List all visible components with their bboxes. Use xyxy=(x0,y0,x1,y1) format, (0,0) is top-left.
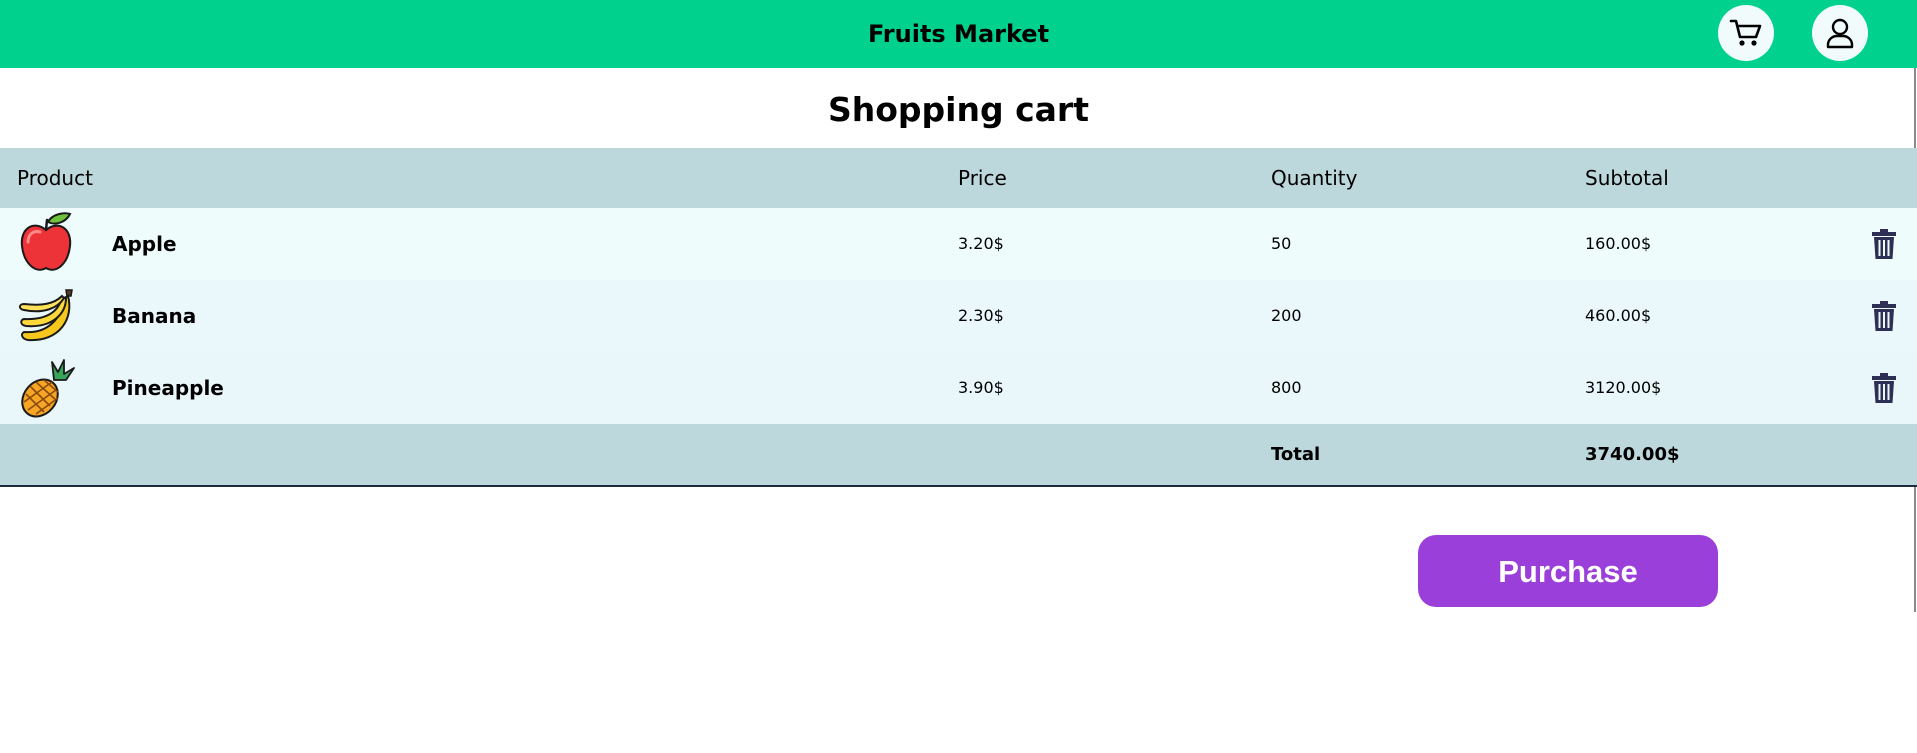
total-label: Total xyxy=(1271,444,1321,465)
column-header-price: Price xyxy=(958,166,1007,190)
top-navbar: Fruits Market xyxy=(0,0,1917,68)
product-quantity: 50 xyxy=(1271,234,1292,253)
trash-icon[interactable] xyxy=(1870,300,1898,332)
table-row: Banana 2.30$ 200 460.00$ xyxy=(0,280,1917,352)
purchase-button[interactable]: Purchase xyxy=(1418,535,1718,607)
table-header-row: Product Price Quantity Subtotal xyxy=(0,148,1917,208)
cart-table: Product Price Quantity Subtotal Apple 3.… xyxy=(0,148,1917,487)
product-quantity: 200 xyxy=(1271,306,1302,325)
total-value: 3740.00$ xyxy=(1585,444,1680,465)
product-name: Apple xyxy=(112,232,177,256)
product-price: 2.30$ xyxy=(958,306,1004,325)
banana-icon xyxy=(18,289,73,342)
brand-title: Fruits Market xyxy=(867,20,1050,48)
cart-button[interactable] xyxy=(1718,5,1774,61)
product-subtotal: 460.00$ xyxy=(1585,306,1652,325)
user-profile-button[interactable] xyxy=(1812,5,1868,61)
column-header-subtotal: Subtotal xyxy=(1585,166,1669,190)
column-header-quantity: Quantity xyxy=(1271,166,1358,190)
product-price: 3.90$ xyxy=(958,378,1004,397)
table-row: Apple 3.20$ 50 160.00$ xyxy=(0,208,1917,280)
product-name: Pineapple xyxy=(112,376,224,400)
product-subtotal: 3120.00$ xyxy=(1585,378,1662,397)
shopping-cart-icon xyxy=(1729,19,1762,46)
pineapple-icon xyxy=(21,359,75,418)
user-icon xyxy=(1826,18,1854,49)
apple-icon xyxy=(20,212,72,271)
product-quantity: 800 xyxy=(1271,378,1302,397)
product-subtotal: 160.00$ xyxy=(1585,234,1652,253)
product-name: Banana xyxy=(112,304,197,328)
table-footer-row: Total 3740.00$ xyxy=(0,424,1917,485)
trash-icon[interactable] xyxy=(1870,372,1898,404)
page-title: Shopping cart xyxy=(828,90,1089,129)
page: Fruits Market Shopping cart Product Pric… xyxy=(0,0,1917,753)
column-header-product: Product xyxy=(17,166,93,190)
product-price: 3.20$ xyxy=(958,234,1004,253)
table-row: Pineapple 3.90$ 800 3120.00$ xyxy=(0,352,1917,424)
trash-icon[interactable] xyxy=(1870,228,1898,260)
